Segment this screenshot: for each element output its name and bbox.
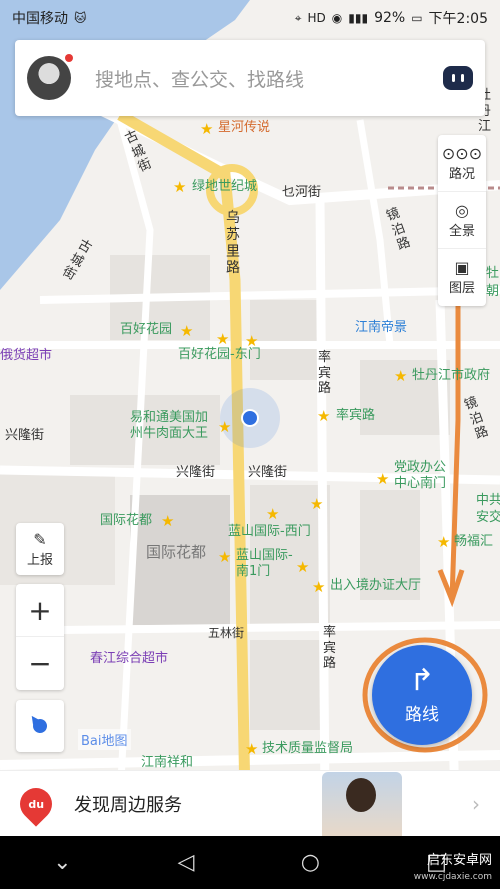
street-label: 五林街 xyxy=(208,626,245,640)
poi-label[interactable]: 畅福汇 xyxy=(454,534,493,550)
baidu-map-logo: Bai地图 xyxy=(78,729,131,750)
poi-label[interactable]: 安交 xyxy=(476,510,500,526)
poi-label[interactable]: 率宾路 xyxy=(336,408,375,424)
poi-label[interactable]: 出入境办证大厅 xyxy=(330,578,421,594)
home-circle-icon[interactable]: ○ xyxy=(301,850,320,875)
panorama-button[interactable]: ◎ 全景 xyxy=(438,192,486,249)
poi-label[interactable]: 星河传说 xyxy=(218,120,270,136)
location-icon: ⌖ xyxy=(294,10,302,25)
street-label: 率宾路 xyxy=(323,625,337,672)
poi-star-icon: ★ xyxy=(437,533,451,551)
avatar[interactable] xyxy=(27,54,73,100)
poi-star-icon: ★ xyxy=(310,495,324,513)
layers-icon: ▣ xyxy=(454,258,470,277)
street-label: 乌苏里路 xyxy=(226,210,240,277)
robot-assistant-icon[interactable] xyxy=(443,66,473,90)
poi-star-icon: ★ xyxy=(218,548,232,566)
poi-star-icon: ★ xyxy=(296,558,310,576)
poi-star-icon: ★ xyxy=(200,120,214,138)
status-bar: 中国移动 🐱 ⌖ HD ◉ ▮▮▮ 92% ▭ 下午2:05 xyxy=(0,0,500,36)
poi-star-icon: ★ xyxy=(394,367,408,385)
battery-icon: ▭ xyxy=(411,11,423,25)
watermark-title: 启东安卓网 xyxy=(426,853,492,869)
poi-label[interactable]: 易和通美国加州牛肉面大王 xyxy=(130,410,220,441)
traffic-icon: ⊙⊙⊙ xyxy=(441,143,483,163)
clock: 下午2:05 xyxy=(428,11,488,27)
report-label: 上报 xyxy=(26,553,53,568)
poi-label[interactable]: 中共 xyxy=(476,493,500,509)
poi-label[interactable]: 蓝山国际-南1门 xyxy=(236,548,296,579)
poi-star-icon: ★ xyxy=(161,512,175,530)
street-label: 兴隆街 xyxy=(248,465,288,480)
street-label: 兴隆街 xyxy=(176,465,216,480)
street-label: 率宾路 xyxy=(318,350,332,397)
signal-icon: ▮▮▮ xyxy=(348,11,369,25)
poi-star-icon: ★ xyxy=(312,578,326,596)
panorama-label: 全景 xyxy=(448,223,475,239)
poi-label[interactable]: 党政办公中心南门 xyxy=(394,460,454,491)
poi-label[interactable]: 牡 xyxy=(486,266,499,282)
report-button[interactable]: ✎ 上报 xyxy=(16,523,64,575)
hd-icon: HD xyxy=(307,11,326,25)
poi-label[interactable]: 绿地世纪城 xyxy=(192,179,257,195)
zoom-controls: + − xyxy=(16,584,64,690)
route-button[interactable]: ↱ 路线 xyxy=(372,645,472,745)
poi-label[interactable]: 朝 xyxy=(486,284,499,300)
traffic-label: 路况 xyxy=(448,166,475,182)
street-label: 乜河街 xyxy=(282,185,322,200)
chevron-down-icon[interactable]: ⌄ xyxy=(53,850,71,875)
poi-label[interactable]: 国际花都 xyxy=(100,513,152,529)
poi-star-icon: ★ xyxy=(317,407,331,425)
cat-icon: 🐱 xyxy=(74,11,87,25)
poi-star-icon: ★ xyxy=(173,178,187,196)
nearby-services-banner[interactable]: du 发现周边服务 › xyxy=(0,770,500,836)
layers-button[interactable]: ▣ 图层 xyxy=(438,249,486,306)
traffic-button[interactable]: ⊙⊙⊙ 路况 xyxy=(438,135,486,192)
locate-button[interactable] xyxy=(16,700,64,752)
watermark: 启东安卓网 www.cjdaxie.com xyxy=(414,854,492,883)
poi-star-icon: ★ xyxy=(216,330,230,348)
banner-text: 发现周边服务 xyxy=(74,794,182,816)
layers-label: 图层 xyxy=(448,281,475,296)
poi-label[interactable]: 百好花园-东门 xyxy=(178,347,261,363)
zoom-out-button[interactable]: − xyxy=(16,637,64,690)
poi-label[interactable]: 江南祥和 xyxy=(141,755,193,771)
notification-dot xyxy=(65,54,73,62)
compass-icon xyxy=(30,716,50,736)
banner-person-image xyxy=(322,771,402,836)
poi-label[interactable]: 牡丹江市政府 xyxy=(412,368,490,384)
shop-label[interactable]: 俄货超市 xyxy=(0,348,52,364)
poi-star-icon: ★ xyxy=(218,418,232,436)
carrier-text: 中国移动 xyxy=(12,11,68,27)
watermark-url: www.cjdaxie.com xyxy=(413,871,492,882)
poi-label[interactable]: 技术质量监督局 xyxy=(262,741,353,757)
map-layer-controls: ⊙⊙⊙ 路况 ◎ 全景 ▣ 图层 xyxy=(438,135,486,306)
zoom-in-button[interactable]: + xyxy=(16,584,64,637)
shop-label[interactable]: 春江综合超市 xyxy=(90,651,168,667)
poi-star-icon: ★ xyxy=(376,470,390,488)
route-label: 路线 xyxy=(405,704,439,725)
search-input[interactable]: 搜地点、查公交、找路线 xyxy=(95,65,443,92)
panorama-icon: ◎ xyxy=(455,200,469,220)
poi-label[interactable]: 蓝山国际-西门 xyxy=(228,524,311,540)
poi-label[interactable]: 江南帝景 xyxy=(355,320,407,336)
poi-star-icon: ★ xyxy=(245,740,259,758)
poi-star-icon: ★ xyxy=(266,505,280,523)
back-triangle-icon[interactable]: ◁ xyxy=(178,850,195,875)
battery-percent: 92% xyxy=(374,10,406,26)
search-bar[interactable]: 搜地点、查公交、找路线 xyxy=(15,40,485,116)
block-label: 国际花都 xyxy=(146,543,207,561)
edit-icon: ✎ xyxy=(33,530,47,549)
chevron-right-icon: › xyxy=(472,791,480,816)
poi-label[interactable]: 百好花园 xyxy=(120,322,172,338)
du-logo-icon: du xyxy=(13,780,59,827)
turn-right-arrow-icon: ↱ xyxy=(409,662,435,698)
eye-icon: ◉ xyxy=(331,11,343,25)
poi-star-icon: ★ xyxy=(180,322,194,340)
street-label: 兴隆街 xyxy=(5,428,45,443)
